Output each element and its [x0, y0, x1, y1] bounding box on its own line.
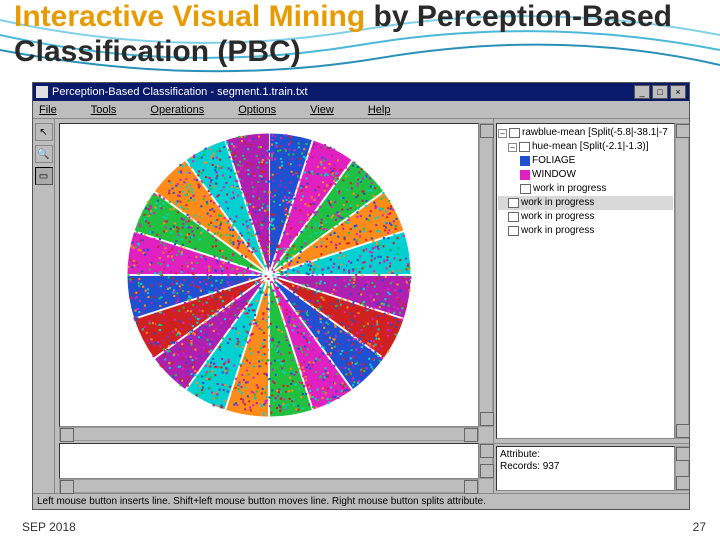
circle-segment-plot [60, 124, 478, 426]
app-icon [36, 86, 48, 98]
slide-title-accent: Interactive Visual Mining [14, 0, 365, 33]
footer-date: SEP 2018 [22, 520, 76, 534]
viz-scrollbar-horizontal[interactable] [59, 427, 479, 441]
attr-scrollbar-vertical[interactable] [675, 446, 689, 491]
menu-bar: File Tools Operations Options View Help [33, 101, 689, 119]
menu-tools[interactable]: Tools [91, 104, 117, 116]
folder-icon [519, 142, 530, 152]
leaf-icon [508, 226, 519, 236]
decision-tree-panel: –rawblue-mean [Split(-5.8|-38.1|-7 –hue-… [494, 119, 689, 443]
menu-operations[interactable]: Operations [150, 104, 204, 116]
lower-detail-canvas[interactable] [59, 443, 479, 479]
tool-arrow[interactable]: ↖ [35, 123, 53, 141]
tree-leaf-label: FOLIAGE [532, 154, 575, 168]
lower-scrollbar-horizontal[interactable] [59, 479, 479, 493]
visualization-panel [55, 119, 493, 441]
menu-file[interactable]: File [39, 104, 57, 116]
tool-zoom[interactable]: 🔍 [35, 145, 53, 163]
leaf-icon [508, 212, 519, 222]
tree-scrollbar-vertical[interactable] [675, 123, 689, 439]
status-text: Left mouse button inserts line. Shift+le… [37, 496, 486, 507]
tool-grid[interactable]: ▭ [35, 167, 53, 185]
close-button[interactable]: × [670, 85, 686, 99]
folder-icon [509, 128, 520, 138]
leaf-icon [520, 184, 531, 194]
expand-icon[interactable]: – [498, 129, 507, 138]
menu-view[interactable]: View [310, 104, 334, 116]
viz-scrollbar-vertical[interactable] [479, 123, 493, 427]
slide-title: Interactive Visual Mining by Perception-… [0, 0, 720, 71]
menu-help[interactable]: Help [368, 104, 391, 116]
attribute-label: Attribute: [500, 449, 671, 461]
title-bar[interactable]: Perception-Based Classification - segmen… [33, 83, 689, 101]
application-window: Perception-Based Classification - segmen… [32, 82, 690, 510]
lower-scrollbar-vertical[interactable] [479, 443, 493, 479]
footer-page-number: 27 [693, 520, 706, 534]
status-bar: Left mouse button inserts line. Shift+le… [33, 493, 689, 509]
maximize-button[interactable]: □ [652, 85, 668, 99]
decision-tree[interactable]: –rawblue-mean [Split(-5.8|-38.1|-7 –hue-… [496, 123, 675, 439]
window-title: Perception-Based Classification - segmen… [52, 86, 632, 98]
tree-leaf-label: work in progress [521, 196, 594, 210]
records-count: Records: 937 [500, 461, 671, 473]
tree-leaf-label: work in progress [521, 224, 594, 238]
expand-icon[interactable]: – [508, 143, 517, 152]
tree-leaf-label: work in progress [521, 210, 594, 224]
visualization-canvas[interactable] [59, 123, 479, 427]
lower-detail-panel [55, 443, 493, 493]
menu-options[interactable]: Options [238, 104, 276, 116]
minimize-button[interactable]: _ [634, 85, 650, 99]
legend-swatch-window [520, 170, 530, 180]
tree-root-label: rawblue-mean [Split(-5.8|-38.1|-7 [522, 126, 668, 140]
tree-leaf-label: WINDOW [532, 168, 576, 182]
attribute-info: Attribute: Records: 937 [496, 446, 675, 491]
tree-node-label: hue-mean [Split(-2.1|-1.3)] [532, 140, 649, 154]
legend-swatch-foliage [520, 156, 530, 166]
tool-strip: ↖ 🔍 ▭ [33, 119, 55, 493]
attribute-info-panel: Attribute: Records: 937 [494, 443, 689, 493]
tree-leaf-label: work in progress [533, 182, 606, 196]
leaf-icon [508, 198, 519, 208]
